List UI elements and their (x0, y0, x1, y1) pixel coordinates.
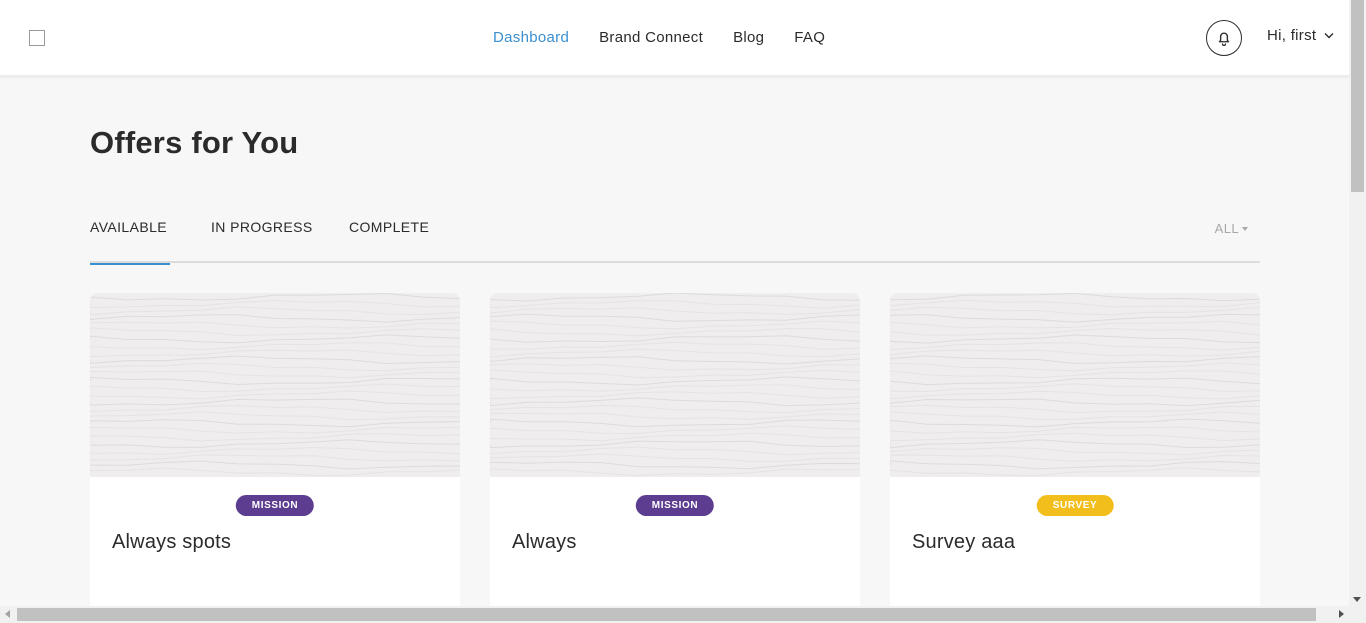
tab-available[interactable]: AVAILABLE (90, 219, 170, 265)
notifications-button[interactable] (1206, 20, 1242, 56)
main-nav: Dashboard Brand Connect Blog FAQ (493, 28, 825, 48)
nav-brand-connect[interactable]: Brand Connect (599, 28, 703, 48)
card-image (890, 293, 1260, 477)
filter-dropdown[interactable]: ALL (1215, 221, 1248, 236)
caret-down-icon (1242, 226, 1248, 231)
card-title: Always spots (112, 531, 232, 553)
card-image (490, 293, 860, 477)
chevron-down-icon (1324, 33, 1334, 39)
offer-type-badge: SURVEY (1036, 495, 1114, 516)
nav-blog[interactable]: Blog (733, 28, 764, 48)
nav-faq[interactable]: FAQ (794, 28, 825, 48)
page-title: Offers for You (90, 125, 299, 160)
horizontal-scroll-thumb[interactable] (17, 608, 1316, 621)
top-navbar: Dashboard Brand Connect Blog FAQ Hi, fir… (0, 0, 1349, 76)
offer-card[interactable]: MISSION Always spots (90, 293, 460, 623)
card-title: Always (512, 531, 577, 553)
card-image (90, 293, 460, 477)
scroll-down-arrow-icon[interactable] (1353, 597, 1361, 602)
square-logo-icon[interactable] (29, 30, 45, 46)
wood-texture (490, 293, 860, 477)
tab-in-progress[interactable]: IN PROGRESS (211, 219, 313, 263)
offer-type-badge: MISSION (235, 495, 315, 516)
wood-texture (890, 293, 1260, 477)
nav-dashboard[interactable]: Dashboard (493, 28, 569, 48)
user-menu[interactable]: Hi, first (1267, 27, 1334, 44)
horizontal-scrollbar[interactable] (0, 606, 1366, 623)
vertical-scroll-thumb[interactable] (1351, 0, 1364, 192)
filter-label: ALL (1214, 221, 1239, 236)
offer-card[interactable]: SURVEY Survey aaa (890, 293, 1260, 623)
bell-icon (1218, 32, 1230, 47)
vertical-scrollbar[interactable] (1349, 0, 1366, 606)
offer-tabs: AVAILABLE IN PROGRESS COMPLETE ALL (90, 219, 1260, 265)
user-greeting: Hi, first (1267, 27, 1317, 44)
offer-type-badge: MISSION (635, 495, 715, 516)
scroll-right-arrow-icon[interactable] (1339, 610, 1344, 618)
wood-texture (90, 293, 460, 477)
scroll-left-arrow-icon[interactable] (5, 610, 10, 618)
card-title: Survey aaa (912, 531, 1016, 553)
offer-card[interactable]: MISSION Always (490, 293, 860, 623)
tab-complete[interactable]: COMPLETE (349, 219, 429, 263)
